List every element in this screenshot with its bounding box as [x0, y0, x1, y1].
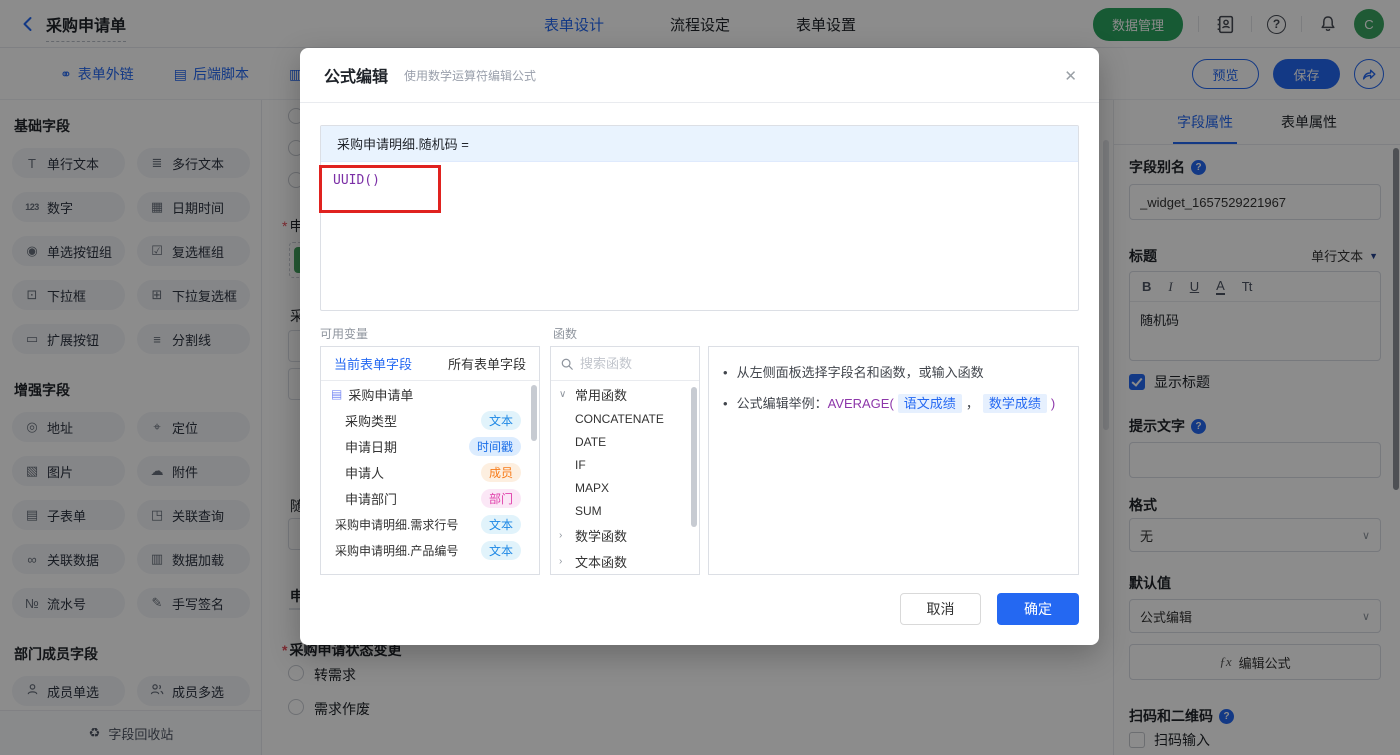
variable-row[interactable]: 采购申请明细.需求行号 文本: [321, 511, 539, 537]
variables-panel: 当前表单字段 所有表单字段 ▤ 采购申请单 采购类型 文本 申请日期 时间戳 申…: [320, 346, 540, 575]
type-badge: 文本: [480, 540, 521, 560]
example-fn-close: ): [1050, 396, 1056, 411]
variable-name: 申请人: [345, 465, 385, 481]
functions-section-label: 函数: [553, 327, 578, 341]
type-badge: 文本: [480, 514, 521, 534]
modal-subtitle: 使用数学运算符编辑公式: [404, 68, 537, 83]
variable-root-label: 采购申请单: [348, 387, 414, 403]
example-prefix: 公式编辑举例：: [736, 396, 828, 411]
group-label: 数学函数: [575, 528, 628, 544]
type-badge: 时间戳: [468, 436, 521, 456]
variable-tree-root[interactable]: ▤ 采购申请单: [321, 381, 539, 407]
function-group-math[interactable]: › 数学函数: [551, 522, 699, 548]
variable-row[interactable]: 采购申请明细.产品编号 文本: [321, 537, 539, 563]
function-item[interactable]: MAPX: [551, 476, 699, 499]
tab-all-form-fields[interactable]: 所有表单字段: [448, 354, 526, 373]
example-fn-open: AVERAGE(: [827, 396, 894, 411]
type-badge: 部门: [480, 488, 521, 508]
function-item[interactable]: DATE: [551, 430, 699, 453]
type-badge: 文本: [480, 410, 521, 430]
chevron-right-icon: ›: [559, 529, 563, 541]
variable-row[interactable]: 采购类型 文本: [321, 407, 539, 433]
chevron-right-icon: ›: [559, 555, 563, 567]
variable-name: 采购申请明细.需求行号: [335, 517, 459, 532]
hint-line-1: • 从左侧面板选择字段名和函数，或输入函数: [723, 363, 1064, 383]
function-search-input[interactable]: [580, 356, 685, 371]
type-badge: 成员: [480, 462, 521, 482]
functions-panel: ∨ 常用函数 CONCATENATE DATE IF MAPX SUM › 数学…: [550, 346, 700, 575]
cancel-button[interactable]: 取消: [900, 593, 981, 625]
function-item[interactable]: SUM: [551, 499, 699, 522]
example-field-chip: 数学成绩: [982, 394, 1047, 413]
example-comma: ，: [965, 396, 979, 411]
group-label: 常用函数: [575, 387, 628, 403]
confirm-button[interactable]: 确定: [997, 593, 1079, 625]
form-doc-icon: ▤: [331, 387, 343, 401]
close-icon[interactable]: ✕: [1064, 67, 1077, 85]
function-search: [551, 347, 699, 381]
annotation-red-box: [319, 165, 441, 213]
variables-tabs: 当前表单字段 所有表单字段: [321, 347, 539, 381]
variables-section-label: 可用变量: [320, 327, 369, 341]
variable-name: 采购类型: [345, 413, 398, 429]
modal-header: 公式编辑 使用数学运算符编辑公式: [300, 48, 1099, 103]
hint-example: 公式编辑举例：AVERAGE(语文成绩，数学成绩): [736, 394, 1056, 414]
search-icon: [561, 358, 573, 370]
hint-line-2: • 公式编辑举例：AVERAGE(语文成绩，数学成绩): [723, 394, 1064, 414]
group-label: 文本函数: [575, 554, 628, 570]
chevron-down-icon: ∨: [559, 388, 567, 400]
hint-text: 从左侧面板选择字段名和函数，或输入函数: [736, 365, 984, 380]
function-group-common[interactable]: ∨ 常用函数: [551, 381, 699, 407]
functions-scrollbar[interactable]: [691, 387, 697, 527]
hint-panel: • 从左侧面板选择字段名和函数，或输入函数 • 公式编辑举例：AVERAGE(语…: [708, 346, 1079, 575]
formula-editor-block: 采购申请明细.随机码 = UUID(): [320, 125, 1079, 311]
variable-name: 采购申请明细.产品编号: [335, 543, 459, 558]
variable-name: 申请部门: [345, 491, 398, 507]
tab-current-form-fields[interactable]: 当前表单字段: [334, 354, 412, 373]
variable-row[interactable]: 申请部门 部门: [321, 485, 539, 511]
formula-target-bar: 采购申请明细.随机码 =: [321, 126, 1078, 162]
function-item[interactable]: IF: [551, 453, 699, 476]
bullet: •: [723, 396, 728, 411]
variable-name: 申请日期: [345, 439, 398, 455]
example-field-chip: 语文成绩: [897, 394, 962, 413]
bullet: •: [723, 365, 728, 380]
modal-title: 公式编辑: [324, 69, 389, 86]
variable-row[interactable]: 申请日期 时间戳: [321, 433, 539, 459]
function-item[interactable]: CONCATENATE: [551, 407, 699, 430]
variable-row[interactable]: 申请人 成员: [321, 459, 539, 485]
variables-scrollbar[interactable]: [531, 385, 537, 441]
function-group-text[interactable]: › 文本函数: [551, 548, 699, 574]
formula-edit-modal: 公式编辑 使用数学运算符编辑公式 ✕ 采购申请明细.随机码 = UUID() 可…: [300, 48, 1099, 645]
